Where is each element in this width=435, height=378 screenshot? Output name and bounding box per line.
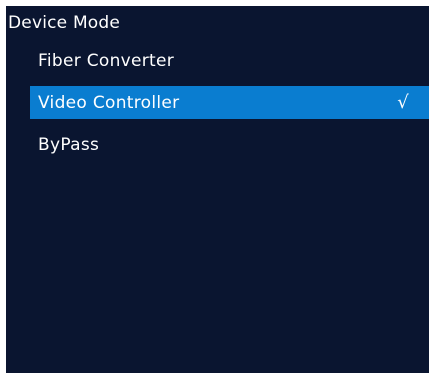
menu-item-label: Fiber Converter [38,50,175,71]
menu-item-fiber-converter[interactable]: Fiber Converter [30,44,429,77]
device-mode-screen: Device Mode Fiber Converter Video Contro… [6,6,429,373]
menu-item-label: ByPass [38,134,100,155]
menu-item-bypass[interactable]: ByPass [30,128,429,161]
menu-item-video-controller[interactable]: Video Controller √ [30,86,429,119]
menu-item-label: Video Controller [38,92,180,113]
page-title: Device Mode [8,13,121,33]
check-icon: √ [397,92,409,113]
device-mode-menu: Fiber Converter Video Controller √ ByPas… [30,44,429,170]
